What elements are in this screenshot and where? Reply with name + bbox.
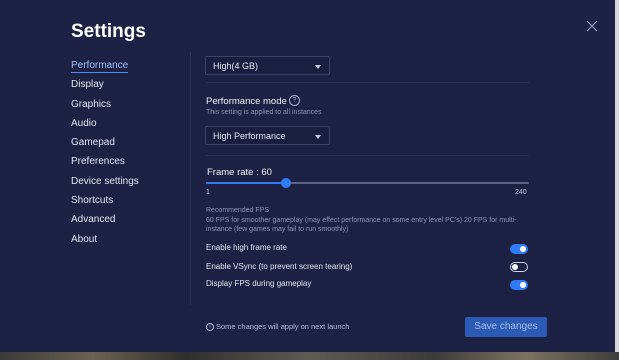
sidebar-item-device-settings[interactable]: Device settings xyxy=(71,175,139,194)
sidebar-item-display[interactable]: Display xyxy=(71,78,139,97)
sidebar-item-label: Shortcuts xyxy=(71,195,114,207)
settings-nav: Performance Display Graphics Audio Gamep… xyxy=(71,59,139,252)
performance-mode-select-value: High Performance xyxy=(213,131,286,141)
sidebar-item-advanced[interactable]: Advanced xyxy=(71,213,139,232)
memory-select-value: High(4 GB) xyxy=(213,61,259,71)
settings-dialog: Settings Performance Display Graphics Au… xyxy=(0,0,616,353)
sidebar-item-label: About xyxy=(71,233,98,245)
toggle-label-vsync: Enable VSync (to prevent screen tearing) xyxy=(206,262,353,271)
save-button[interactable]: Save changes xyxy=(465,317,547,337)
display-fps-toggle[interactable] xyxy=(510,280,528,290)
vsync-toggle[interactable] xyxy=(510,262,528,272)
sidebar-item-label: Gamepad xyxy=(71,137,115,149)
sidebar-item-label: Graphics xyxy=(71,98,112,110)
performance-mode-title: Performance mode xyxy=(206,96,287,107)
frame-rate-slider-thumb[interactable] xyxy=(281,178,291,188)
toggle-knob xyxy=(520,282,526,288)
restart-notice-text: Some changes will apply on next launch xyxy=(216,322,350,331)
sidebar-item-gamepad[interactable]: Gamepad xyxy=(71,136,139,155)
frame-rate-max-label: 240 xyxy=(515,189,527,196)
background-strip xyxy=(0,352,619,360)
chevron-down-icon xyxy=(315,65,321,69)
sidebar-item-audio[interactable]: Audio xyxy=(71,117,139,136)
section-divider xyxy=(206,82,529,83)
sidebar-item-preferences[interactable]: Preferences xyxy=(71,155,139,174)
toggle-knob xyxy=(520,246,526,252)
restart-notice: i Some changes will apply on next launch xyxy=(206,322,350,332)
sidebar-item-label: Device settings xyxy=(71,175,139,187)
sidebar-item-shortcuts[interactable]: Shortcuts xyxy=(71,194,139,213)
toggle-label-display-fps: Display FPS during gameplay xyxy=(206,279,312,288)
toggle-label-high-frame-rate: Enable high frame rate xyxy=(206,243,287,252)
frame-rate-min-label: 1 xyxy=(206,189,210,196)
sidebar-item-label: Audio xyxy=(71,117,97,129)
performance-mode-subtitle: This setting is applied to all instances xyxy=(206,109,322,116)
sidebar-item-about[interactable]: About xyxy=(71,233,139,252)
high-frame-rate-toggle[interactable] xyxy=(510,244,528,254)
toggle-knob xyxy=(512,264,518,270)
sidebar-item-performance[interactable]: Performance xyxy=(71,59,139,78)
section-divider xyxy=(206,155,529,156)
sidebar-item-label: Advanced xyxy=(71,214,116,226)
performance-mode-select[interactable]: High Performance xyxy=(205,126,330,145)
close-icon[interactable] xyxy=(584,18,600,34)
info-icon: i xyxy=(206,323,214,332)
frame-rate-label: Frame rate : 60 xyxy=(207,167,272,178)
frame-rate-slider-fill xyxy=(206,182,286,184)
memory-select[interactable]: High(4 GB) xyxy=(205,56,330,75)
info-icon[interactable]: ? xyxy=(289,95,300,106)
window-edge xyxy=(615,0,619,360)
sidebar-item-label: Performance xyxy=(71,60,129,73)
sidebar-item-label: Display xyxy=(71,79,104,91)
sidebar-item-label: Preferences xyxy=(71,156,125,168)
chevron-down-icon xyxy=(315,135,321,139)
nav-divider xyxy=(190,52,191,305)
recommended-fps-title: Recommended FPS xyxy=(206,207,270,214)
recommended-fps-text: 60 FPS for smoother gameplay (may effect… xyxy=(206,217,517,233)
sidebar-item-graphics[interactable]: Graphics xyxy=(71,98,139,117)
page-title: Settings xyxy=(71,21,146,42)
